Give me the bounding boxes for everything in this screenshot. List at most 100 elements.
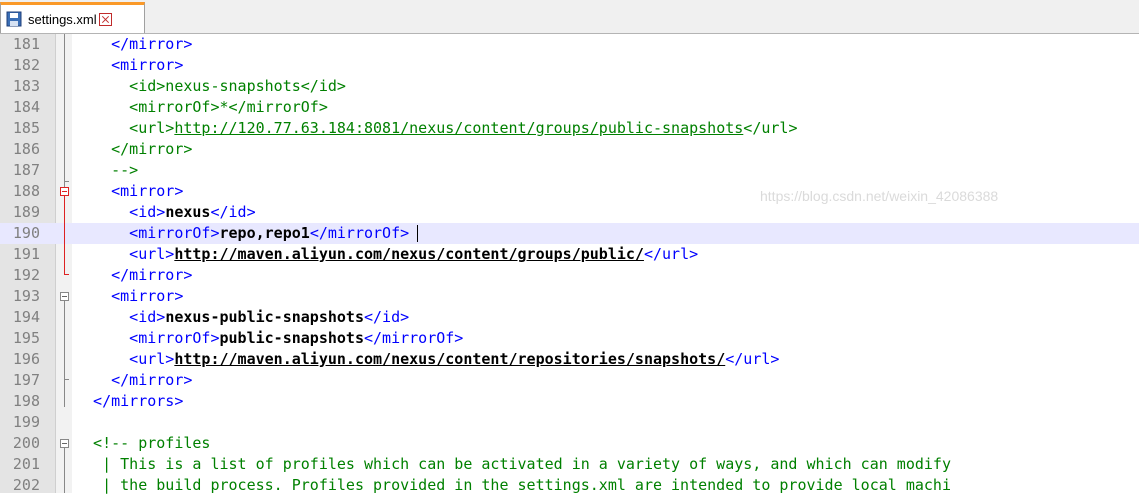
tab-bar: settings.xml: [0, 0, 1139, 34]
token-url[interactable]: http://maven.aliyun.com/nexus/content/gr…: [174, 245, 644, 263]
token-tag: <mirrorOf>: [75, 329, 220, 347]
code-text: <mirrorOf>public-snapshots</mirrorOf>: [75, 328, 463, 349]
token-cmt: <mirrorOf>*</mirrorOf>: [75, 98, 328, 116]
code-line[interactable]: 198 </mirrors>: [0, 391, 1139, 412]
line-number: 186: [12, 140, 40, 158]
line-number: 187: [12, 161, 40, 179]
token-tag: </mirror>: [75, 371, 193, 389]
token-cmt-url[interactable]: http://120.77.63.184:8081/nexus/content/…: [174, 119, 743, 137]
line-number: 185: [12, 119, 40, 137]
code-text: </mirror>: [75, 265, 192, 286]
tab-settings-xml[interactable]: settings.xml: [0, 2, 145, 33]
token-tag: </id>: [364, 308, 410, 326]
fold-end-marker: [64, 181, 69, 182]
close-icon[interactable]: [98, 12, 112, 26]
token-tag: <mirror>: [75, 287, 184, 305]
code-line[interactable]: 187 -->: [0, 160, 1139, 181]
code-line[interactable]: 195 <mirrorOf>public-snapshots</mirrorOf…: [0, 328, 1139, 349]
code-text: <mirrorOf>repo,repo1</mirrorOf>: [75, 223, 419, 244]
line-number: 191: [12, 245, 40, 263]
line-number: 198: [12, 392, 40, 410]
code-editor[interactable]: 181 </mirror> 182 <mirror> 183 <id>nexus-s…: [0, 34, 1139, 494]
line-number: 195: [12, 329, 40, 347]
line-number: 201: [12, 455, 40, 473]
token-tag: <mirrorOf>: [75, 224, 220, 242]
token-tag: </mirrors>: [75, 392, 184, 410]
token-tag: </mirrorOf>: [309, 224, 410, 242]
tab-label: settings.xml: [28, 11, 97, 27]
code-line[interactable]: 183 <id>nexus-snapshots</id>: [0, 76, 1139, 97]
code-line[interactable]: 197 </mirror>: [0, 370, 1139, 391]
token-cmt: </url>: [743, 119, 798, 137]
token-cmt: -->: [75, 161, 139, 179]
token-tag: </mirror>: [75, 35, 193, 53]
line-number: 188: [12, 182, 40, 200]
fold-toggle-icon[interactable]: [60, 292, 69, 301]
token-tag: <mirror>: [75, 182, 184, 200]
token-cmt: <url>: [75, 119, 175, 137]
token-tag: </url>: [725, 350, 780, 368]
code-line[interactable]: 193 <mirror>: [0, 286, 1139, 307]
token-txt: nexus: [165, 203, 211, 221]
token-tag: </mirror>: [75, 266, 193, 284]
line-number: 196: [12, 350, 40, 368]
token-cmt: <!-- profiles: [75, 434, 211, 452]
save-icon: [6, 11, 22, 27]
line-number: 200: [12, 434, 40, 452]
code-line[interactable]: 201 | This is a list of profiles which c…: [0, 454, 1139, 475]
code-text: </mirror>: [75, 370, 192, 391]
code-line[interactable]: 184 <mirrorOf>*</mirrorOf>: [0, 97, 1139, 118]
token-cmt: | This is a list of profiles which can b…: [75, 455, 951, 473]
code-line[interactable]: 181 </mirror>: [0, 34, 1139, 55]
token-tag: </url>: [643, 245, 699, 263]
token-tag: <url>: [75, 245, 175, 263]
code-text: <id>nexus</id>: [75, 202, 256, 223]
code-text: <id>nexus-public-snapshots</id>: [75, 307, 409, 328]
token-cmt: <id>nexus-snapshots</id>: [75, 77, 346, 95]
code-text: <url>http://maven.aliyun.com/nexus/conte…: [75, 244, 698, 265]
token-txt: nexus-public-snapshots: [165, 308, 364, 326]
text-cursor: [417, 225, 419, 242]
line-number: 190: [12, 224, 40, 242]
fold-toggle-icon[interactable]: [60, 439, 69, 448]
code-line[interactable]: 192 </mirror>: [0, 265, 1139, 286]
code-text: <mirrorOf>*</mirrorOf>: [75, 97, 328, 118]
line-number: 192: [12, 266, 40, 284]
token-txt: public-snapshots: [219, 329, 365, 347]
line-number: 181: [12, 35, 40, 53]
token-tag: </mirrorOf>: [364, 329, 464, 347]
token-url[interactable]: http://maven.aliyun.com/nexus/content/re…: [174, 350, 725, 368]
code-text: <id>nexus-snapshots</id>: [75, 76, 346, 97]
token-cmt: </mirror>: [75, 140, 193, 158]
fold-end-marker: [64, 379, 69, 380]
code-text: <url>http://120.77.63.184:8081/nexus/con…: [75, 118, 797, 139]
fold-guide: [64, 196, 65, 274]
line-number: 183: [12, 77, 40, 95]
fold-toggle-icon[interactable]: [60, 187, 69, 196]
token-txt: repo,repo1: [219, 224, 310, 242]
line-number: 184: [12, 98, 40, 116]
code-text: <url>http://maven.aliyun.com/nexus/conte…: [75, 349, 779, 370]
line-number: 193: [12, 287, 40, 305]
code-line[interactable]: 191 <url>http://maven.aliyun.com/nexus/c…: [0, 244, 1139, 265]
line-number: 199: [12, 413, 40, 431]
token-cmt: | the build process. Profiles provided i…: [75, 476, 951, 494]
code-line[interactable]: 182 <mirror>: [0, 55, 1139, 76]
code-text: | This is a list of profiles which can b…: [75, 454, 951, 475]
token-tag: <id>: [75, 203, 166, 221]
line-number: 194: [12, 308, 40, 326]
current-code-line[interactable]: 190 <mirrorOf>repo,repo1</mirrorOf>: [0, 223, 1139, 244]
code-line[interactable]: 199: [0, 412, 1139, 433]
token-tag: </id>: [210, 203, 256, 221]
code-text: <mirror>: [75, 286, 183, 307]
code-line[interactable]: 194 <id>nexus-public-snapshots</id>: [0, 307, 1139, 328]
code-line[interactable]: 189 <id>nexus</id>: [0, 202, 1139, 223]
code-text: <mirror>: [75, 181, 183, 202]
line-number: 197: [12, 371, 40, 389]
code-line[interactable]: 196 <url>http://maven.aliyun.com/nexus/c…: [0, 349, 1139, 370]
token-tag: <id>: [75, 308, 166, 326]
code-line[interactable]: 200 <!-- profiles: [0, 433, 1139, 454]
code-line[interactable]: 185 <url>http://120.77.63.184:8081/nexus…: [0, 118, 1139, 139]
code-line[interactable]: 188 <mirror>: [0, 181, 1139, 202]
code-line[interactable]: 186 </mirror>: [0, 139, 1139, 160]
